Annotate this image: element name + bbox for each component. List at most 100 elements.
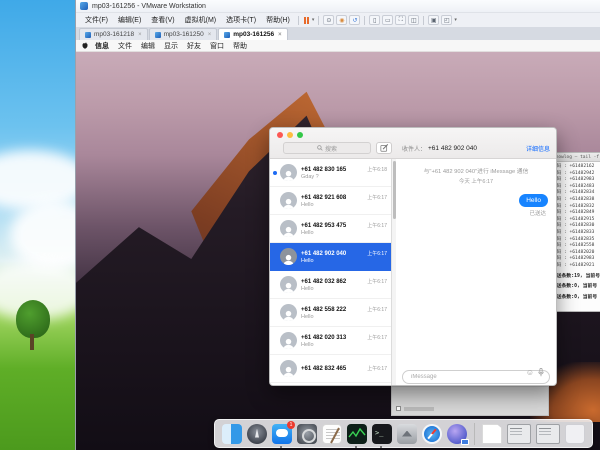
conversation-preview: Hello	[301, 342, 391, 348]
activity-monitor-icon[interactable]	[347, 424, 367, 444]
revert-snapshot-button[interactable]: ↺	[349, 15, 360, 25]
installer-icon[interactable]	[397, 424, 417, 444]
messages-app-icon[interactable]: 1	[272, 424, 292, 444]
macos-menu-help[interactable]: 帮助	[233, 41, 247, 51]
macos-menu-file[interactable]: 文件	[118, 41, 132, 51]
conversation-preview: Hello	[301, 286, 391, 292]
fullscreen-button[interactable]: ⛶	[395, 15, 406, 25]
conversation-time: 上午6:17	[367, 222, 391, 229]
window-title: mp03-161256 - VMware Workstation	[92, 3, 206, 10]
safari-icon[interactable]	[422, 424, 442, 444]
conversation-row-selected[interactable]: +61 482 902 040 上午6:17 Hello	[270, 243, 391, 271]
menu-help[interactable]: 帮助(H)	[261, 15, 295, 25]
details-button[interactable]: 详细信息	[526, 144, 550, 153]
snapshot-button[interactable]: ◉	[336, 15, 347, 25]
macos-menu-window[interactable]: 窗口	[210, 41, 224, 51]
conversation-name: +61 482 032 862	[301, 279, 346, 285]
vm-tab-3-active[interactable]: mp03-161256 ×	[218, 28, 287, 40]
conversation-list[interactable]: +61 482 830 165 上午6:18 Gday ? +61	[270, 159, 392, 385]
conversation-row[interactable]: +61 482 921 608 上午6:17 Hello	[270, 187, 391, 215]
notification-badge: 1	[287, 421, 295, 429]
unity-mode-button[interactable]: ◫	[408, 15, 419, 25]
apple-menu-icon[interactable]	[82, 42, 88, 49]
trash-icon[interactable]	[565, 424, 585, 444]
minimized-window-icon[interactable]	[536, 424, 560, 444]
show-library-button[interactable]: ▯	[369, 15, 380, 25]
vmware-titlebar[interactable]: mp03-161256 - VMware Workstation	[76, 0, 600, 13]
menu-view[interactable]: 查看(V)	[146, 15, 179, 25]
conversation-row[interactable]: +61 482 830 165 上午6:18 Gday ?	[270, 159, 391, 187]
unread-dot	[273, 171, 277, 175]
avatar	[280, 192, 297, 209]
textedit-icon[interactable]	[322, 424, 342, 444]
vm-screen: 信息 文件 编辑 显示 好友 窗口 帮助 showlog — tail -f 号…	[76, 40, 600, 450]
finder-icon[interactable]	[222, 424, 242, 444]
recipient-field[interactable]: +61 482 902 040	[428, 145, 477, 152]
search-placeholder: 搜索	[325, 144, 337, 153]
vm-tab-2[interactable]: mp03-161250 ×	[149, 28, 218, 40]
dialog-checkbox[interactable]	[396, 406, 401, 411]
ctrl-alt-del-button[interactable]: ⊙	[323, 15, 334, 25]
conversation-time: 上午6:17	[367, 278, 391, 285]
menu-edit[interactable]: 编辑(E)	[113, 15, 146, 25]
emoji-icon[interactable]: ☺	[526, 369, 534, 377]
chat-pane: 与"+61 482 902 040"进行 iMessage 通信 今天 上午6:…	[396, 159, 556, 385]
launchpad-icon[interactable]	[247, 424, 267, 444]
avatar	[280, 164, 297, 181]
terminal-line: 号码 : +61482162	[552, 164, 600, 171]
conversation-row[interactable]: +61 482 558 222 上午6:17 Hello	[270, 299, 391, 327]
vm-tab-1[interactable]: mp03-161218 ×	[79, 28, 148, 40]
tab-close-icon[interactable]: ×	[208, 32, 212, 38]
tab-close-icon[interactable]: ×	[278, 32, 282, 38]
avatar	[280, 360, 297, 377]
menu-tabs[interactable]: 选项卡(T)	[221, 15, 261, 25]
macos-menu-buddies[interactable]: 好友	[187, 41, 201, 51]
show-thumbnails-button[interactable]: ▭	[382, 15, 393, 25]
conversation-row[interactable]: +61 482 953 475 上午6:17 Hello	[270, 215, 391, 243]
screen-sharing-badge	[461, 439, 469, 445]
conversation-name: +61 482 832 465	[301, 366, 346, 372]
zoom-button[interactable]	[297, 132, 303, 138]
menu-file[interactable]: 文件(F)	[80, 15, 113, 25]
script-document-icon[interactable]	[482, 424, 502, 444]
microphone-icon[interactable]	[538, 368, 544, 377]
system-preferences-icon[interactable]	[297, 424, 317, 444]
vm-tab-label: mp03-161256	[233, 31, 274, 38]
terminal-line: 号码 : +61482838	[552, 197, 600, 204]
vm-tab-label: mp03-161218	[94, 31, 134, 38]
chat-system-text: 与"+61 482 902 040"进行 iMessage 通信	[396, 166, 556, 175]
avatar	[280, 304, 297, 321]
search-input[interactable]: 搜索	[283, 142, 371, 154]
macos-menu-view[interactable]: 显示	[164, 41, 178, 51]
tab-close-icon[interactable]: ×	[138, 32, 142, 38]
capture-dropdown-icon[interactable]: ▾	[454, 17, 457, 23]
network-globe-icon[interactable]	[447, 424, 467, 444]
minimized-window-icon[interactable]	[507, 424, 531, 444]
capture-button[interactable]: ◰	[441, 15, 452, 25]
compose-icon	[380, 144, 389, 152]
conversation-row[interactable]: +61 482 032 862 上午6:17 Hello	[270, 271, 391, 299]
terminal-app-icon[interactable]: >_	[372, 424, 392, 444]
close-button[interactable]	[277, 132, 283, 138]
delivered-status: 已送达	[396, 209, 556, 217]
conversation-row[interactable]: +61 482 832 465 上午6:17	[270, 355, 391, 383]
toolbar-separator	[298, 16, 299, 25]
console-view-button[interactable]: ▣	[428, 15, 439, 25]
window-controls	[277, 132, 303, 138]
pause-vm-button[interactable]	[302, 17, 311, 24]
macos-menu-messages-app[interactable]: 信息	[95, 41, 109, 51]
terminal-titlebar[interactable]: showlog — tail -f	[550, 153, 600, 162]
menu-vm[interactable]: 虚拟机(M)	[180, 15, 222, 25]
conversation-time: 上午6:17	[367, 250, 391, 257]
screen: mp03-161256 - VMware Workstation 文件(F) 编…	[0, 0, 600, 450]
avatar	[280, 220, 297, 237]
minimize-button[interactable]	[287, 132, 293, 138]
conversation-row[interactable]: +61 482 020 313 上午6:17 Hello	[270, 327, 391, 355]
terminal-line: 号码 : +61482834	[552, 190, 600, 197]
conversation-time: 上午6:18	[367, 166, 391, 173]
compose-button[interactable]	[376, 142, 392, 154]
vmware-logo-icon	[80, 2, 88, 10]
pause-dropdown-icon[interactable]: ▾	[312, 17, 315, 23]
vm-tab-label: mp03-161250	[164, 31, 204, 38]
macos-menu-edit[interactable]: 编辑	[141, 41, 155, 51]
